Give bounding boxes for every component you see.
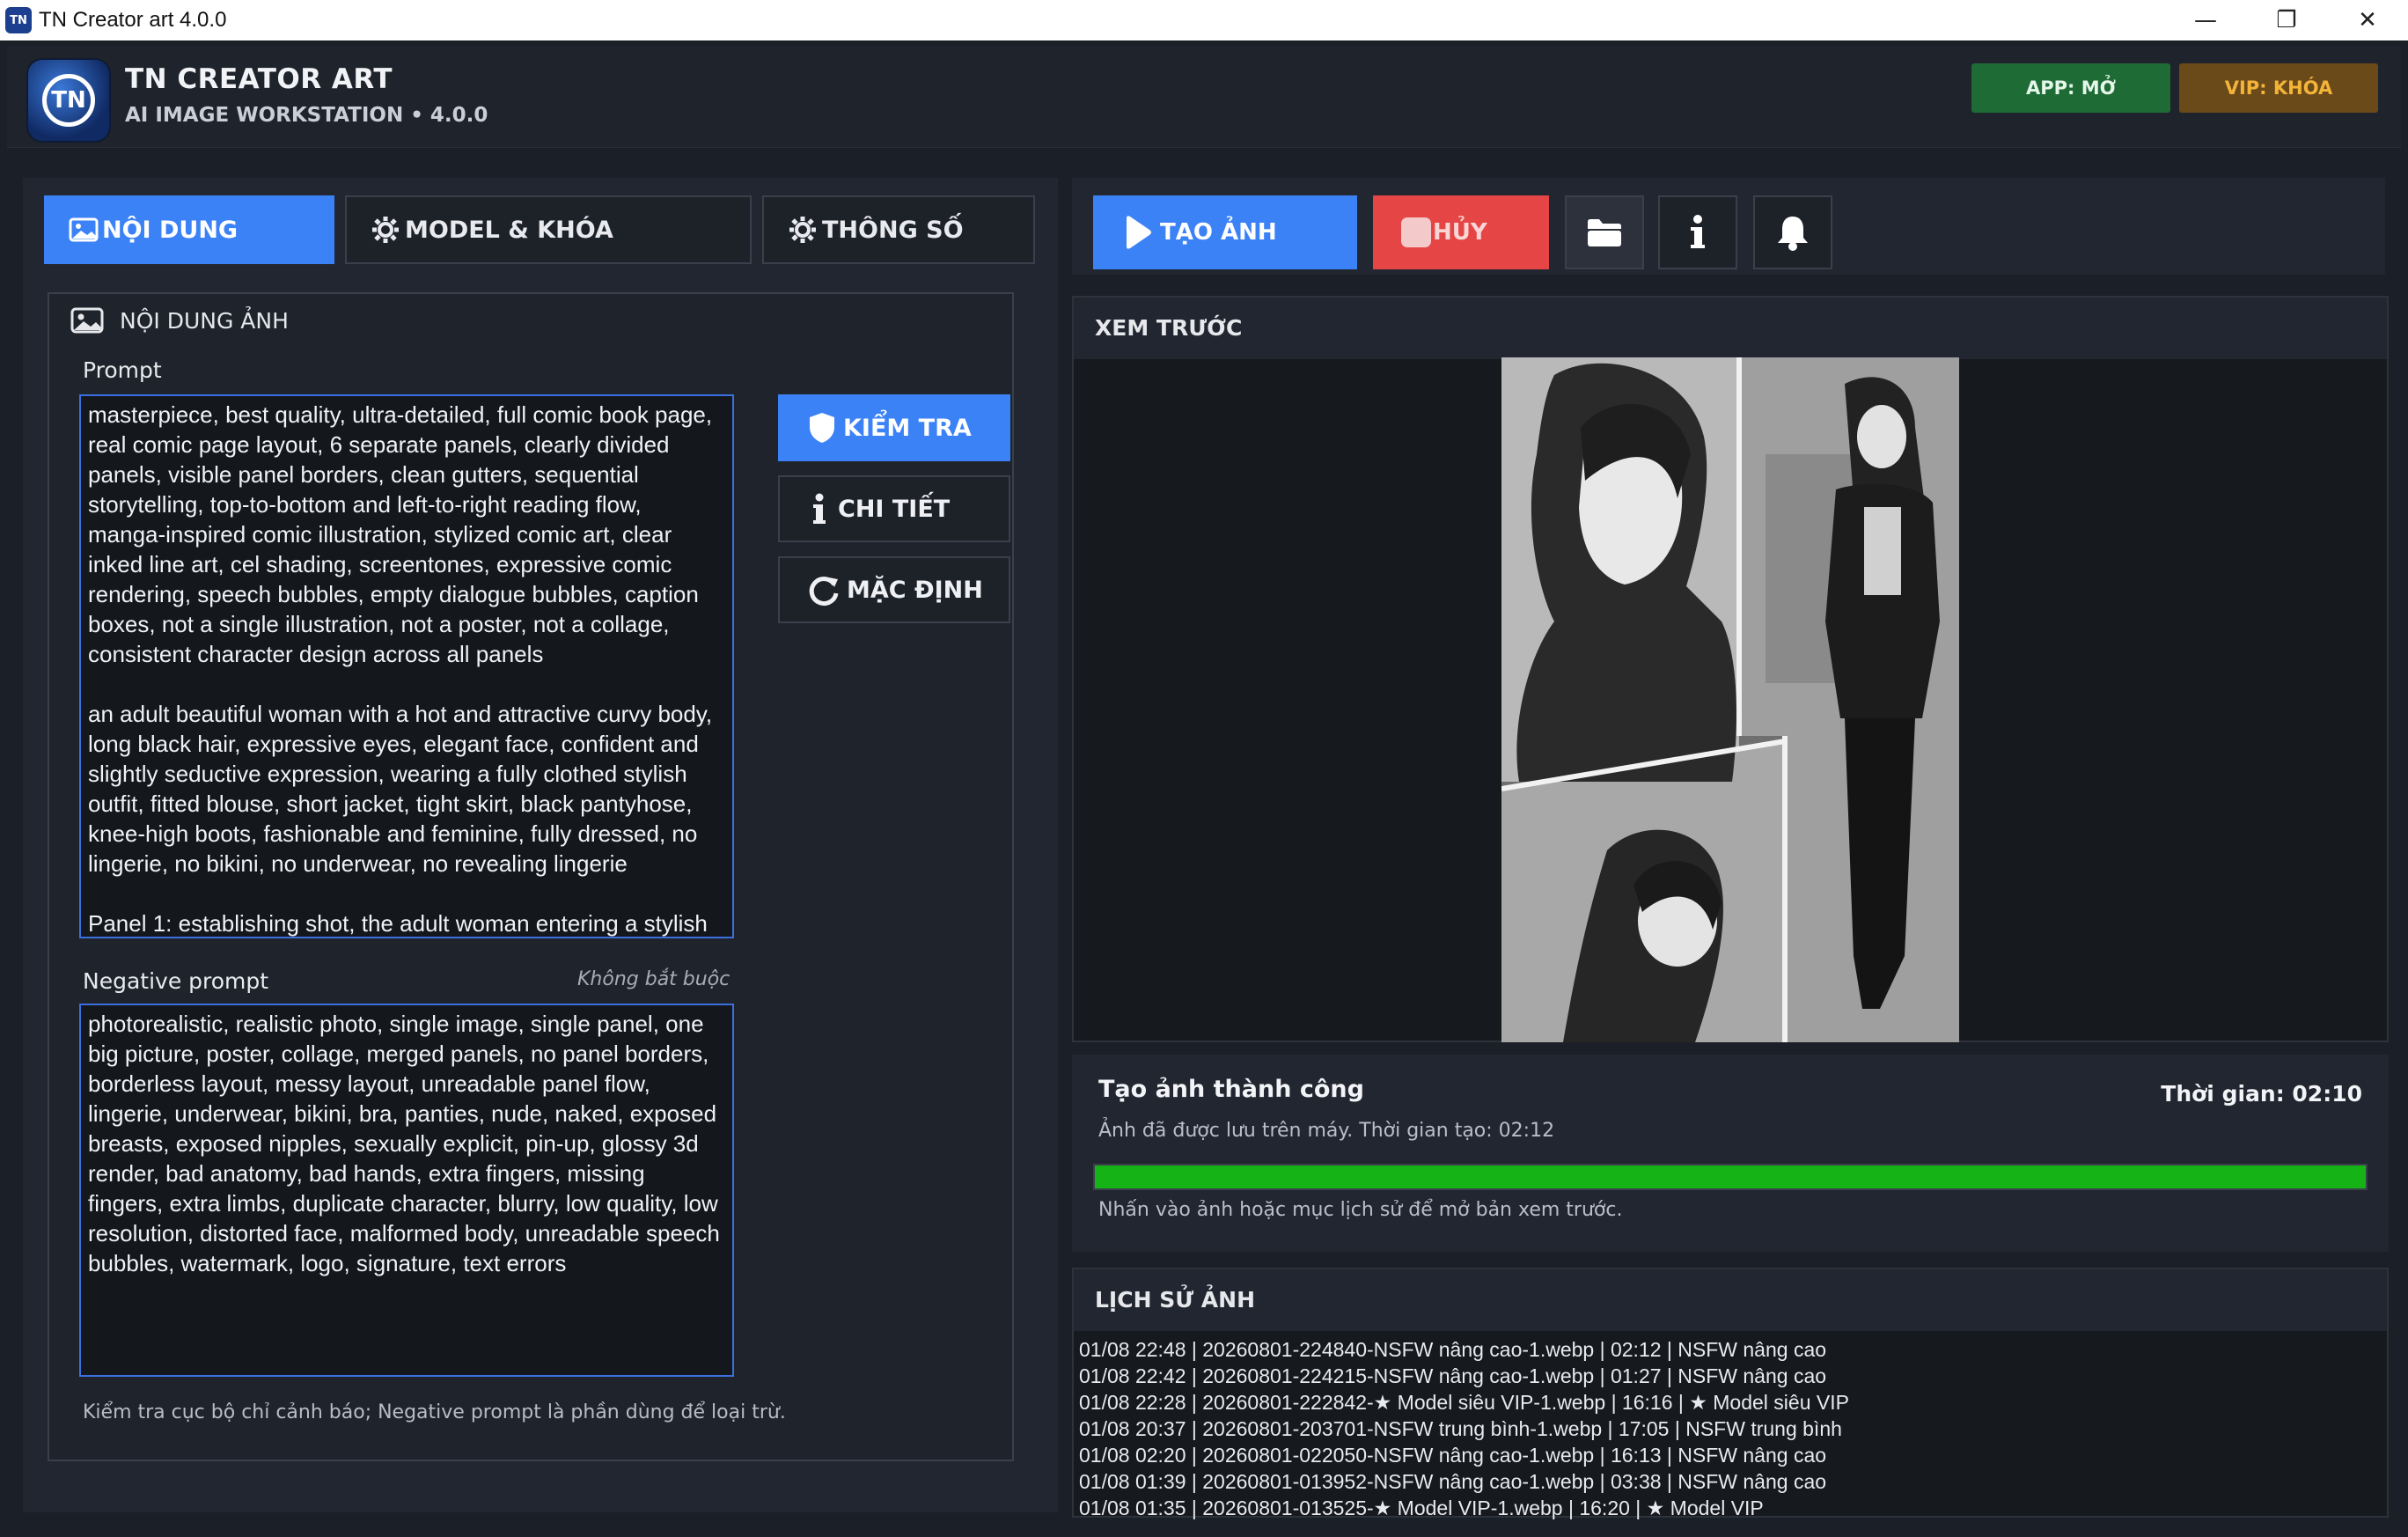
detail-button[interactable]: CHI TIẾT bbox=[778, 475, 1010, 542]
gear-icon bbox=[372, 217, 399, 243]
close-button[interactable]: ✕ bbox=[2327, 0, 2408, 40]
stop-icon bbox=[1401, 217, 1431, 247]
cancel-button[interactable]: HỦY bbox=[1373, 195, 1549, 269]
info-icon bbox=[813, 493, 826, 524]
create-image-label: TẠO ẢNH bbox=[1160, 219, 1277, 246]
notification-button[interactable] bbox=[1753, 195, 1832, 269]
minimize-button[interactable]: — bbox=[2165, 0, 2246, 40]
check-button[interactable]: KIỂM TRA bbox=[778, 394, 1010, 461]
app-logo: TN bbox=[28, 60, 109, 141]
content-section: NỘI DUNG ẢNH Prompt masterpiece, best qu… bbox=[48, 292, 1014, 1461]
app-small-icon: TN bbox=[5, 7, 32, 33]
prompt-textarea[interactable]: masterpiece, best quality, ultra-detaile… bbox=[79, 394, 734, 938]
history-list[interactable]: 01/08 22:48 | 20260801-224840-NSFW nâng … bbox=[1074, 1331, 2387, 1521]
preview-panel: XEM TRƯỚC bbox=[1072, 296, 2389, 1042]
play-icon bbox=[1127, 216, 1151, 249]
history-row[interactable]: 01/08 22:42 | 20260801-224215-NSFW nâng … bbox=[1074, 1363, 2387, 1389]
info-icon bbox=[1691, 215, 1705, 248]
prompt-paragraph-1: masterpiece, best quality, ultra-detaile… bbox=[88, 401, 713, 667]
folder-icon bbox=[1588, 219, 1621, 246]
gear-icon bbox=[789, 217, 816, 243]
preview-image[interactable] bbox=[1501, 357, 1959, 1042]
status-message: Ảnh đã được lưu trên máy. Thời gian tạo:… bbox=[1098, 1120, 1555, 1142]
reset-icon bbox=[809, 577, 839, 607]
tab-content-label: NỘI DUNG bbox=[102, 216, 239, 244]
bell-icon bbox=[1778, 217, 1808, 251]
history-row[interactable]: 01/08 22:48 | 20260801-224840-NSFW nâng … bbox=[1074, 1336, 2387, 1363]
tab-parameters[interactable]: THÔNG SỐ bbox=[762, 195, 1035, 264]
app-header: TN TN CREATOR ART AI IMAGE WORKSTATION •… bbox=[7, 46, 2401, 148]
history-title: LỊCH SỬ ẢNH bbox=[1074, 1269, 2387, 1331]
prompt-paragraph-3: Panel 1: establishing shot, the adult wo… bbox=[88, 910, 708, 937]
info-button[interactable] bbox=[1658, 195, 1737, 269]
detail-button-label: CHI TIẾT bbox=[838, 495, 951, 523]
default-button-label: MẶC ĐỊNH bbox=[847, 576, 983, 604]
create-image-button[interactable]: TẠO ẢNH bbox=[1093, 195, 1357, 269]
brand-subtitle: AI IMAGE WORKSTATION • 4.0.0 bbox=[125, 104, 488, 127]
status-elapsed-time: Thời gian: 02:10 bbox=[2161, 1081, 2362, 1107]
cancel-label: HỦY bbox=[1433, 219, 1487, 246]
left-panel: NỘI DUNG MODEL & KHÓA THÔNG SỐ NỘI DUNG … bbox=[23, 178, 1058, 1512]
image-icon bbox=[69, 217, 99, 242]
history-row[interactable]: 01/08 02:20 | 20260801-022050-NSFW nâng … bbox=[1074, 1442, 2387, 1468]
shield-icon bbox=[810, 413, 834, 443]
window-controls: — ❐ ✕ bbox=[2165, 0, 2408, 40]
tab-parameters-label: THÔNG SỐ bbox=[822, 216, 964, 244]
action-toolbar: TẠO ẢNH HỦY bbox=[1072, 178, 2385, 275]
maximize-button[interactable]: ❐ bbox=[2246, 0, 2327, 40]
brand-title: TN CREATOR ART bbox=[125, 63, 393, 95]
prompt-label: Prompt bbox=[83, 357, 162, 383]
app-status-badge: APP: MỞ bbox=[1971, 63, 2170, 113]
tab-model-key[interactable]: MODEL & KHÓA bbox=[345, 195, 752, 264]
section-header: NỘI DUNG ẢNH bbox=[70, 306, 289, 335]
negative-prompt-text: photorealistic, realistic photo, single … bbox=[88, 1011, 720, 1276]
image-icon bbox=[70, 307, 104, 334]
history-row[interactable]: 01/08 20:37 | 20260801-203701-NSFW trung… bbox=[1074, 1416, 2387, 1442]
window-titlebar: TN TN Creator art 4.0.0 — ❐ ✕ bbox=[0, 0, 2408, 40]
history-row[interactable]: 01/08 01:35 | 20260801-013525-★ Model VI… bbox=[1074, 1495, 2387, 1521]
progress-bar-fill bbox=[1095, 1166, 2366, 1188]
history-row[interactable]: 01/08 22:28 | 20260801-222842-★ Model si… bbox=[1074, 1389, 2387, 1416]
history-row[interactable]: 01/08 01:39 | 20260801-013952-NSFW nâng … bbox=[1074, 1468, 2387, 1495]
check-button-label: KIỂM TRA bbox=[843, 414, 972, 442]
status-hint: Nhấn vào ảnh hoặc mục lịch sử để mở bản … bbox=[1098, 1199, 1623, 1221]
footer-note: Kiểm tra cục bộ chỉ cảnh báo; Negative p… bbox=[83, 1401, 786, 1423]
section-title: NỘI DUNG ẢNH bbox=[120, 307, 289, 334]
preview-title: XEM TRƯỚC bbox=[1074, 298, 2387, 359]
negative-prompt-label: Negative prompt bbox=[83, 968, 269, 994]
progress-bar bbox=[1093, 1164, 2368, 1190]
default-button[interactable]: MẶC ĐỊNH bbox=[778, 556, 1010, 623]
logo-mark: TN bbox=[42, 74, 95, 127]
tab-content[interactable]: NỘI DUNG bbox=[44, 195, 334, 264]
tab-model-key-label: MODEL & KHÓA bbox=[405, 216, 613, 244]
comic-preview-illustration bbox=[1501, 357, 1959, 1042]
negative-prompt-hint: Không bắt buộc bbox=[577, 968, 730, 990]
prompt-paragraph-2: an adult beautiful woman with a hot and … bbox=[88, 701, 713, 877]
negative-prompt-textarea[interactable]: photorealistic, realistic photo, single … bbox=[79, 1004, 734, 1377]
status-panel: Tạo ảnh thành công Thời gian: 02:10 Ảnh … bbox=[1072, 1055, 2389, 1252]
open-folder-button[interactable] bbox=[1565, 195, 1644, 269]
history-panel: LỊCH SỬ ẢNH 01/08 22:48 | 20260801-22484… bbox=[1072, 1268, 2389, 1521]
window-title: TN Creator art 4.0.0 bbox=[39, 8, 227, 32]
status-title: Tạo ảnh thành công bbox=[1098, 1076, 1364, 1103]
vip-status-badge: VIP: KHÓA bbox=[2179, 63, 2378, 113]
